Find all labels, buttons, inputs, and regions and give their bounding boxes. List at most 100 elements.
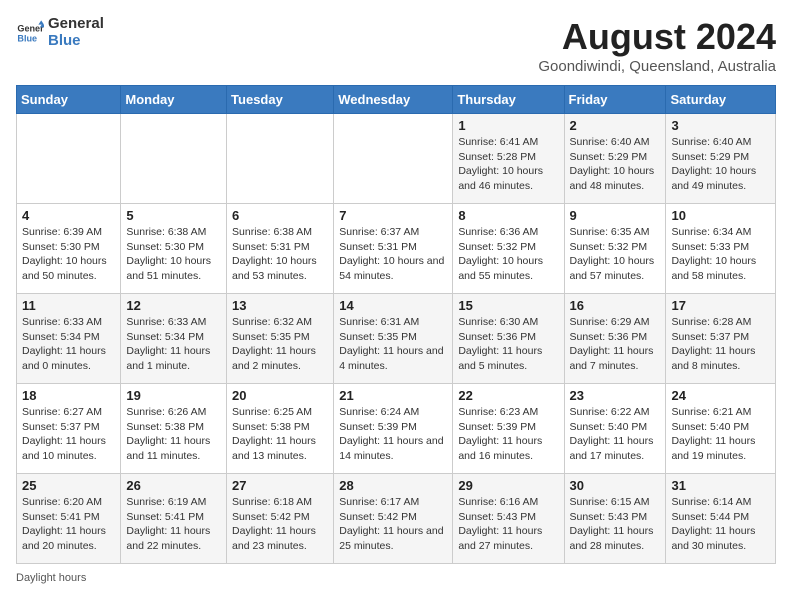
calendar-cell: 4 Sunrise: 6:39 AMSunset: 5:30 PMDaylight…: [17, 204, 121, 294]
header-friday: Friday: [564, 86, 666, 114]
day-info: Sunrise: 6:30 AMSunset: 5:36 PMDaylight:…: [458, 315, 558, 374]
calendar-cell: 10 Sunrise: 6:34 AMSunset: 5:33 PMDayligh…: [666, 204, 776, 294]
day-info: Sunrise: 6:35 AMSunset: 5:32 PMDaylight:…: [570, 225, 661, 284]
day-info: Sunrise: 6:22 AMSunset: 5:40 PMDaylight:…: [570, 405, 661, 464]
day-info: Sunrise: 6:37 AMSunset: 5:31 PMDaylight:…: [339, 225, 447, 284]
day-info: Sunrise: 6:17 AMSunset: 5:42 PMDaylight:…: [339, 495, 447, 554]
logo-text-blue: Blue: [48, 33, 104, 50]
calendar-cell: 24Sunrise: 6:21 AMSunset: 5:40 PMDayligh…: [666, 384, 776, 474]
header-tuesday: Tuesday: [227, 86, 334, 114]
calendar-cell: 6Sunrise: 6:38 AMSunset: 5:31 PMDaylight…: [227, 204, 334, 294]
day-info: Sunrise: 6:33 AMSunset: 5:34 PMDaylight:…: [126, 315, 221, 374]
calendar-cell: 17 Sunrise: 6:28 AMSunset: 5:37 PMDayligh…: [666, 294, 776, 384]
calendar-cell: 20 Sunrise: 6:25 AMSunset: 5:38 PMDayligh…: [227, 384, 334, 474]
day-number: 25: [22, 478, 115, 493]
day-info: Sunrise: 6:15 AMSunset: 5:43 PMDaylight:…: [570, 495, 661, 554]
day-number: 30: [570, 478, 661, 493]
day-number: 9: [570, 208, 661, 223]
calendar-cell: 5 Sunrise: 6:38 AMSunset: 5:30 PMDaylight…: [121, 204, 227, 294]
week-row-1: 1Sunrise: 6:41 AMSunset: 5:28 PMDaylight…: [17, 114, 776, 204]
day-number: 7: [339, 208, 447, 223]
day-info: Sunrise: 6:34 AMSunset: 5:33 PMDaylight:…: [671, 225, 770, 284]
day-number: 23: [570, 388, 661, 403]
day-number: 13: [232, 298, 328, 313]
svg-text:Blue: Blue: [17, 33, 37, 43]
day-number: 4: [22, 208, 115, 223]
day-info: Sunrise: 6:39 AMSunset: 5:30 PMDaylight:…: [22, 225, 115, 284]
calendar-cell: 7 Sunrise: 6:37 AMSunset: 5:31 PMDaylight…: [334, 204, 453, 294]
day-info: Sunrise: 6:41 AMSunset: 5:28 PMDaylight:…: [458, 135, 558, 194]
calendar-cell: 9 Sunrise: 6:35 AMSunset: 5:32 PMDaylight…: [564, 204, 666, 294]
day-number: 17: [671, 298, 770, 313]
logo-icon: General Blue: [16, 19, 44, 47]
day-info: Sunrise: 6:27 AMSunset: 5:37 PMDaylight:…: [22, 405, 115, 464]
calendar-cell: [121, 114, 227, 204]
calendar-header-row: SundayMondayTuesdayWednesdayThursdayFrid…: [17, 86, 776, 114]
day-info: Sunrise: 6:32 AMSunset: 5:35 PMDaylight:…: [232, 315, 328, 374]
day-number: 6: [232, 208, 328, 223]
day-number: 22: [458, 388, 558, 403]
calendar-cell: 8Sunrise: 6:36 AMSunset: 5:32 PMDaylight…: [453, 204, 564, 294]
calendar-cell: 18Sunrise: 6:27 AMSunset: 5:37 PMDayligh…: [17, 384, 121, 474]
day-info: Sunrise: 6:19 AMSunset: 5:41 PMDaylight:…: [126, 495, 221, 554]
logo-text-general: General: [48, 16, 104, 33]
day-number: 10: [671, 208, 770, 223]
calendar-cell: [17, 114, 121, 204]
calendar-body: 1Sunrise: 6:41 AMSunset: 5:28 PMDaylight…: [17, 114, 776, 564]
calendar-cell: 14 Sunrise: 6:31 AMSunset: 5:35 PMDayligh…: [334, 294, 453, 384]
calendar-cell: 26 Sunrise: 6:19 AMSunset: 5:41 PMDayligh…: [121, 474, 227, 564]
day-number: 16: [570, 298, 661, 313]
calendar-cell: 16 Sunrise: 6:29 AMSunset: 5:36 PMDayligh…: [564, 294, 666, 384]
day-number: 20: [232, 388, 328, 403]
week-row-4: 18Sunrise: 6:27 AMSunset: 5:37 PMDayligh…: [17, 384, 776, 474]
day-info: Sunrise: 6:26 AMSunset: 5:38 PMDaylight:…: [126, 405, 221, 464]
day-number: 14: [339, 298, 447, 313]
week-row-2: 4 Sunrise: 6:39 AMSunset: 5:30 PMDaylight…: [17, 204, 776, 294]
calendar-cell: 23 Sunrise: 6:22 AMSunset: 5:40 PMDayligh…: [564, 384, 666, 474]
day-number: 5: [126, 208, 221, 223]
header-thursday: Thursday: [453, 86, 564, 114]
calendar-table: SundayMondayTuesdayWednesdayThursdayFrid…: [16, 85, 776, 564]
day-number: 19: [126, 388, 221, 403]
header-monday: Monday: [121, 86, 227, 114]
title-area: August 2024 Goondiwindi, Queensland, Aus…: [538, 16, 776, 75]
calendar-cell: 25Sunrise: 6:20 AMSunset: 5:41 PMDayligh…: [17, 474, 121, 564]
day-number: 21: [339, 388, 447, 403]
calendar-cell: 21 Sunrise: 6:24 AMSunset: 5:39 PMDayligh…: [334, 384, 453, 474]
day-info: Sunrise: 6:40 AMSunset: 5:29 PMDaylight:…: [570, 135, 661, 194]
header-wednesday: Wednesday: [334, 86, 453, 114]
page-subtitle: Goondiwindi, Queensland, Australia: [538, 58, 776, 75]
day-info: Sunrise: 6:25 AMSunset: 5:38 PMDaylight:…: [232, 405, 328, 464]
day-info: Sunrise: 6:29 AMSunset: 5:36 PMDaylight:…: [570, 315, 661, 374]
calendar-cell: 30 Sunrise: 6:15 AMSunset: 5:43 PMDayligh…: [564, 474, 666, 564]
day-number: 15: [458, 298, 558, 313]
calendar-cell: 13 Sunrise: 6:32 AMSunset: 5:35 PMDayligh…: [227, 294, 334, 384]
daylight-label: Daylight hours: [16, 572, 86, 584]
day-number: 29: [458, 478, 558, 493]
calendar-cell: 15 Sunrise: 6:30 AMSunset: 5:36 PMDayligh…: [453, 294, 564, 384]
calendar-cell: 28Sunrise: 6:17 AMSunset: 5:42 PMDayligh…: [334, 474, 453, 564]
day-number: 12: [126, 298, 221, 313]
day-info: Sunrise: 6:23 AMSunset: 5:39 PMDaylight:…: [458, 405, 558, 464]
day-info: Sunrise: 6:24 AMSunset: 5:39 PMDaylight:…: [339, 405, 447, 464]
day-number: 3: [671, 118, 770, 133]
day-number: 26: [126, 478, 221, 493]
day-info: Sunrise: 6:36 AMSunset: 5:32 PMDaylight:…: [458, 225, 558, 284]
day-info: Sunrise: 6:28 AMSunset: 5:37 PMDaylight:…: [671, 315, 770, 374]
calendar-cell: 19 Sunrise: 6:26 AMSunset: 5:38 PMDayligh…: [121, 384, 227, 474]
header: General Blue General Blue August 2024 Go…: [16, 16, 776, 75]
day-info: Sunrise: 6:38 AMSunset: 5:30 PMDaylight:…: [126, 225, 221, 284]
logo: General Blue General Blue: [16, 16, 104, 49]
day-info: Sunrise: 6:31 AMSunset: 5:35 PMDaylight:…: [339, 315, 447, 374]
day-number: 27: [232, 478, 328, 493]
calendar-cell: 29Sunrise: 6:16 AMSunset: 5:43 PMDayligh…: [453, 474, 564, 564]
calendar-cell: 11Sunrise: 6:33 AMSunset: 5:34 PMDayligh…: [17, 294, 121, 384]
header-sunday: Sunday: [17, 86, 121, 114]
footer: Daylight hours: [16, 572, 776, 584]
page-title: August 2024: [538, 16, 776, 58]
day-number: 11: [22, 298, 115, 313]
day-number: 31: [671, 478, 770, 493]
calendar-cell: 1Sunrise: 6:41 AMSunset: 5:28 PMDaylight…: [453, 114, 564, 204]
header-saturday: Saturday: [666, 86, 776, 114]
calendar-cell: [334, 114, 453, 204]
